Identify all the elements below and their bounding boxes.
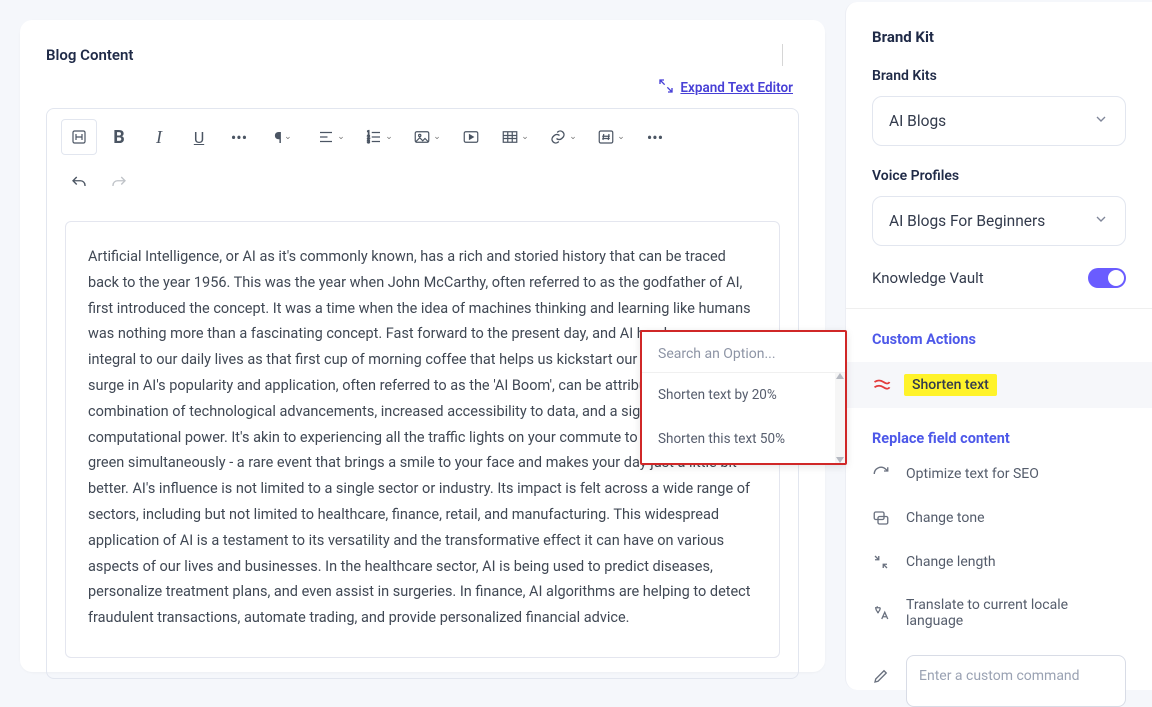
voice-profiles-select[interactable]: AI Blogs For Beginners: [872, 196, 1126, 246]
list-icon[interactable]: 123⌄: [357, 119, 401, 155]
collapse-icon: [872, 553, 890, 571]
overflow-icon[interactable]: •••: [637, 119, 673, 155]
expand-text-editor-link[interactable]: Expand Text Editor: [680, 80, 793, 96]
popup-option-shorten-20[interactable]: Shorten text by 20%: [642, 373, 845, 417]
chevron-down-icon: [1093, 211, 1109, 231]
video-icon[interactable]: [453, 119, 489, 155]
voice-profiles-label: Voice Profiles: [872, 168, 1126, 184]
italic-icon[interactable]: I: [141, 119, 177, 155]
table-icon[interactable]: ⌄: [493, 119, 537, 155]
paragraph-icon[interactable]: ¶⌄: [261, 119, 305, 155]
replace-field-label: Replace field content: [872, 430, 1126, 447]
align-icon[interactable]: ⌄: [309, 119, 353, 155]
brand-kits-value: AI Blogs: [889, 112, 946, 130]
custom-command-input[interactable]: [906, 655, 1126, 707]
option-translate[interactable]: Translate to current locale language: [872, 597, 1126, 629]
custom-actions-label: Custom Actions: [872, 331, 1126, 348]
divider: [846, 308, 1152, 309]
options-popup: Search an Option... Shorten text by 20% …: [640, 330, 847, 465]
option-change-length[interactable]: Change length: [872, 553, 1126, 571]
option-label: Change length: [906, 554, 996, 570]
option-label: Change tone: [906, 510, 985, 526]
option-label: Optimize text for SEO: [906, 466, 1039, 482]
expand-icon: [658, 78, 674, 98]
voice-profiles-value: AI Blogs For Beginners: [889, 212, 1045, 230]
chevron-down-icon: [1093, 111, 1109, 131]
shorten-text-label: Shorten text: [904, 374, 997, 396]
chat-icon: [872, 509, 890, 527]
refresh-icon: [872, 465, 890, 483]
pencil-icon: [872, 667, 890, 685]
option-change-tone[interactable]: Change tone: [872, 509, 1126, 527]
brand-kits-label: Brand Kits: [872, 68, 1126, 84]
image-icon[interactable]: ⌄: [405, 119, 449, 155]
link-icon[interactable]: ⌄: [541, 119, 585, 155]
knowledge-vault-label: Knowledge Vault: [872, 269, 984, 287]
hash-icon[interactable]: ⌄: [589, 119, 633, 155]
option-label: Translate to current locale language: [906, 597, 1126, 629]
heading-icon[interactable]: [61, 119, 97, 155]
undo-icon[interactable]: [61, 165, 97, 201]
popup-scrollbar[interactable]: [835, 373, 845, 463]
divider: [782, 44, 783, 66]
option-optimize-seo[interactable]: Optimize text for SEO: [872, 465, 1126, 483]
popup-search-input[interactable]: Search an Option...: [642, 332, 845, 372]
brand-kit-heading: Brand Kit: [872, 28, 1126, 46]
editor-card: Blog Content Expand Text Editor B I U ••…: [20, 20, 825, 672]
brand-kits-select[interactable]: AI Blogs: [872, 96, 1126, 146]
more-format-icon[interactable]: •••: [221, 119, 257, 155]
translate-icon: [872, 604, 890, 622]
bold-icon[interactable]: B: [101, 119, 137, 155]
shorten-action-icon: [872, 377, 892, 393]
knowledge-vault-toggle[interactable]: [1088, 268, 1126, 288]
card-title: Blog Content: [46, 46, 133, 64]
side-panel: Brand Kit Brand Kits AI Blogs Voice Prof…: [845, 2, 1152, 690]
custom-action-shorten[interactable]: Shorten text: [846, 362, 1152, 408]
svg-text:3: 3: [367, 139, 370, 145]
underline-icon[interactable]: U: [181, 119, 217, 155]
redo-icon[interactable]: [101, 165, 137, 201]
popup-option-shorten-50[interactable]: Shorten this text 50%: [642, 417, 845, 461]
editor-toolbar: B I U ••• ¶⌄ ⌄ 123⌄ ⌄ ⌄ ⌄ ⌄ •••: [47, 109, 798, 165]
